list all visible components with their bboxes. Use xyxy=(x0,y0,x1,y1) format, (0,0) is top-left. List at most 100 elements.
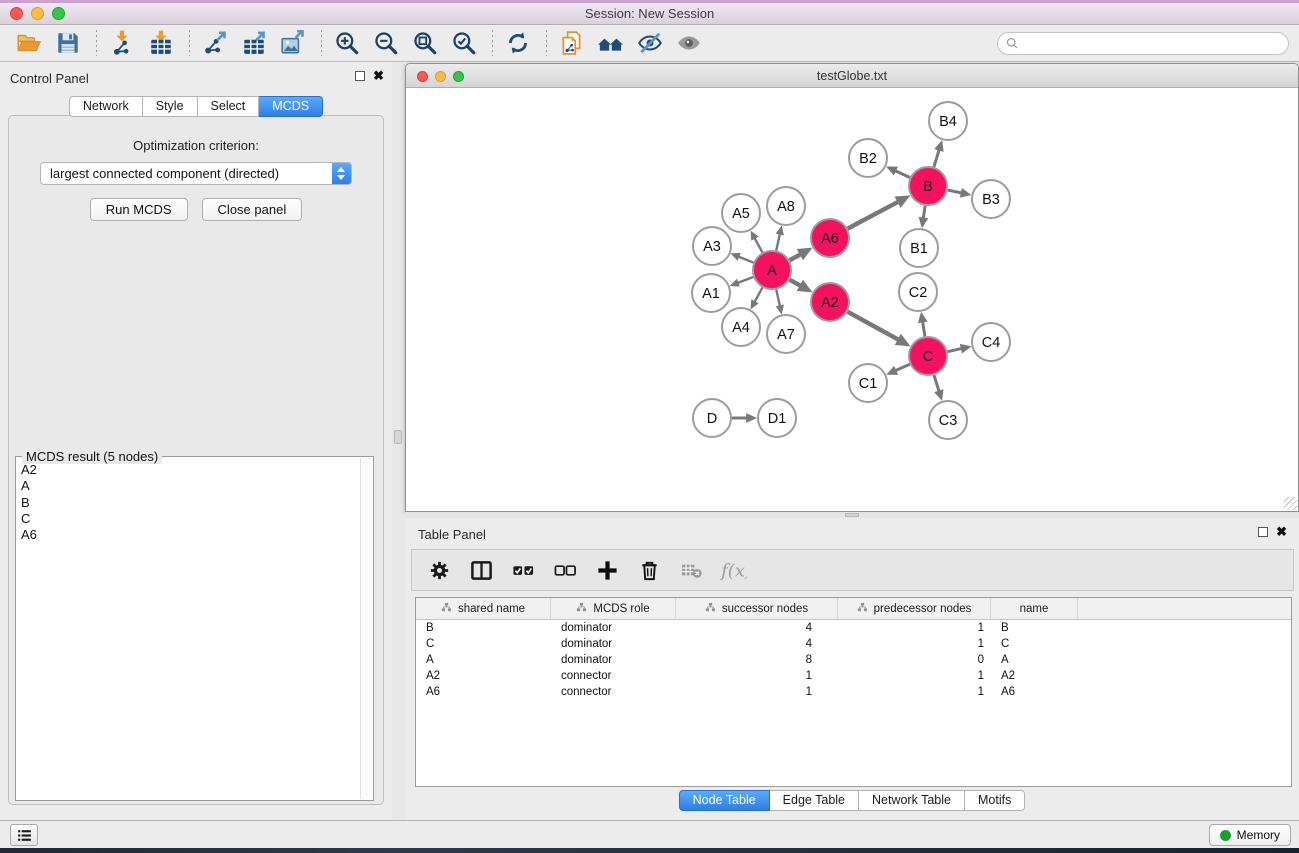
export-image-button[interactable] xyxy=(278,28,308,58)
table-cell[interactable]: connector xyxy=(551,668,676,684)
deselect-all-button[interactable] xyxy=(552,557,579,584)
show-panels-button[interactable] xyxy=(10,824,38,846)
memory-button[interactable]: Memory xyxy=(1209,824,1291,846)
table-cell[interactable]: 1 xyxy=(838,668,991,684)
add-button[interactable] xyxy=(594,557,621,584)
eye-button[interactable] xyxy=(674,28,704,58)
result-scrollbar[interactable] xyxy=(360,458,372,799)
column-header-name[interactable]: name xyxy=(991,598,1078,619)
zoom-network-window-button[interactable] xyxy=(453,71,464,82)
gear-button[interactable] xyxy=(426,557,453,584)
import-table-button[interactable] xyxy=(146,28,176,58)
tab-mcds[interactable]: MCDS xyxy=(259,96,323,117)
resize-handle-icon[interactable] xyxy=(1284,497,1297,510)
import-network-button[interactable] xyxy=(107,28,137,58)
table-cell[interactable]: B xyxy=(991,620,1078,636)
float-panel-icon[interactable] xyxy=(1258,527,1268,537)
table-cell[interactable]: A6 xyxy=(416,684,551,700)
export-table-button[interactable] xyxy=(239,28,269,58)
table-cell[interactable]: connector xyxy=(551,684,676,700)
close-panel-icon[interactable]: ✖ xyxy=(373,71,384,81)
mcds-result-item[interactable]: C xyxy=(21,511,360,527)
table-cell[interactable]: 4 xyxy=(676,636,838,652)
mcds-result-list[interactable]: A2ABCA6 xyxy=(17,458,360,799)
save-button[interactable] xyxy=(53,28,83,58)
table-cell[interactable]: A xyxy=(991,652,1078,668)
table-cell[interactable]: 8 xyxy=(676,652,838,668)
table-cell[interactable]: dominator xyxy=(551,652,676,668)
search-input[interactable] xyxy=(1025,37,1275,51)
splitter-grip-icon[interactable] xyxy=(845,513,859,517)
graph-edge[interactable] xyxy=(923,206,925,219)
eye-slash-button[interactable] xyxy=(635,28,665,58)
columns-button[interactable] xyxy=(468,557,495,584)
table-cell[interactable]: C xyxy=(991,636,1078,652)
table-cell[interactable]: A2 xyxy=(416,668,551,684)
table-cell[interactable]: C xyxy=(416,636,551,652)
vertical-splitter[interactable] xyxy=(392,62,405,820)
graph-edge[interactable] xyxy=(923,321,925,336)
graph-edge[interactable] xyxy=(776,290,780,307)
export-network-button[interactable] xyxy=(200,28,230,58)
search-box[interactable] xyxy=(997,32,1289,55)
graph-edge[interactable] xyxy=(790,254,801,260)
home-button[interactable] xyxy=(596,28,626,58)
delete-button[interactable] xyxy=(636,557,663,584)
tab-motifs[interactable]: Motifs xyxy=(965,790,1025,811)
graph-edge[interactable] xyxy=(948,348,962,351)
run-mcds-button[interactable]: Run MCDS xyxy=(90,198,188,221)
graph-edge[interactable] xyxy=(934,149,939,166)
table-cell[interactable]: 4 xyxy=(676,620,838,636)
zoom-in-button[interactable] xyxy=(332,28,362,58)
mcds-result-item[interactable]: A2 xyxy=(21,462,360,478)
graph-edge[interactable] xyxy=(948,190,962,193)
column-header-predecessor-nodes[interactable]: predecessor nodes xyxy=(838,598,991,619)
close-panel-icon[interactable]: ✖ xyxy=(1276,527,1287,537)
table-cell[interactable]: dominator xyxy=(551,636,676,652)
mcds-result-item[interactable]: A6 xyxy=(21,527,360,543)
table-cell[interactable]: A6 xyxy=(991,684,1078,700)
float-panel-icon[interactable] xyxy=(355,71,365,81)
tab-network[interactable]: Network xyxy=(69,96,143,117)
graph-edge[interactable] xyxy=(848,202,899,229)
column-header-shared-name[interactable]: shared name xyxy=(416,598,551,619)
graph-edge[interactable] xyxy=(790,280,801,286)
table-cell[interactable]: B xyxy=(416,620,551,636)
zoom-out-button[interactable] xyxy=(371,28,401,58)
graph-edge[interactable] xyxy=(738,256,753,262)
table-row[interactable]: Bdominator41B xyxy=(416,620,1291,636)
tab-node-table[interactable]: Node Table xyxy=(679,790,770,811)
table-cell[interactable]: 1 xyxy=(676,668,838,684)
table-cell[interactable]: 1 xyxy=(838,636,991,652)
zoom-fit-button[interactable] xyxy=(410,28,440,58)
tab-edge-table[interactable]: Edge Table xyxy=(770,790,859,811)
table-row[interactable]: A6connector11A6 xyxy=(416,684,1291,700)
table-cell[interactable]: 0 xyxy=(838,652,991,668)
table-cell[interactable]: A2 xyxy=(991,668,1078,684)
table-row[interactable]: Adominator80A xyxy=(416,652,1291,668)
graph-edge[interactable] xyxy=(895,171,910,178)
network-graph[interactable]: B4B2BB3A8A5A6A3B1AA1C2A2A4A7C4CC1C3DD1 xyxy=(406,89,1298,511)
tab-network-table[interactable]: Network Table xyxy=(859,790,965,811)
graph-edge[interactable] xyxy=(848,312,899,340)
table-cell[interactable]: A xyxy=(416,652,551,668)
graph-edge[interactable] xyxy=(754,238,762,253)
network-window-titlebar[interactable]: testGlobe.txt xyxy=(406,64,1298,88)
optimization-criterion-dropdown[interactable]: largest connected component (directed) xyxy=(40,162,352,185)
table-cell[interactable]: 1 xyxy=(838,684,991,700)
minimize-network-window-button[interactable] xyxy=(435,71,446,82)
close-network-window-button[interactable] xyxy=(417,71,428,82)
table-cell[interactable]: 1 xyxy=(676,684,838,700)
network-canvas[interactable]: B4B2BB3A8A5A6A3B1AA1C2A2A4A7C4CC1C3DD1 xyxy=(406,89,1298,511)
table-cell[interactable]: 1 xyxy=(838,620,991,636)
mcds-result-item[interactable]: A xyxy=(21,478,360,494)
tab-style[interactable]: Style xyxy=(143,96,198,117)
open-folder-button[interactable] xyxy=(14,28,44,58)
zoom-selected-button[interactable] xyxy=(449,28,479,58)
tab-select[interactable]: Select xyxy=(198,96,260,117)
graph-edge[interactable] xyxy=(737,277,753,283)
copy-network-button[interactable] xyxy=(557,28,587,58)
column-header-successor-nodes[interactable]: successor nodes xyxy=(676,598,838,619)
table-row[interactable]: Cdominator41C xyxy=(416,636,1291,652)
graph-edge[interactable] xyxy=(754,288,762,303)
